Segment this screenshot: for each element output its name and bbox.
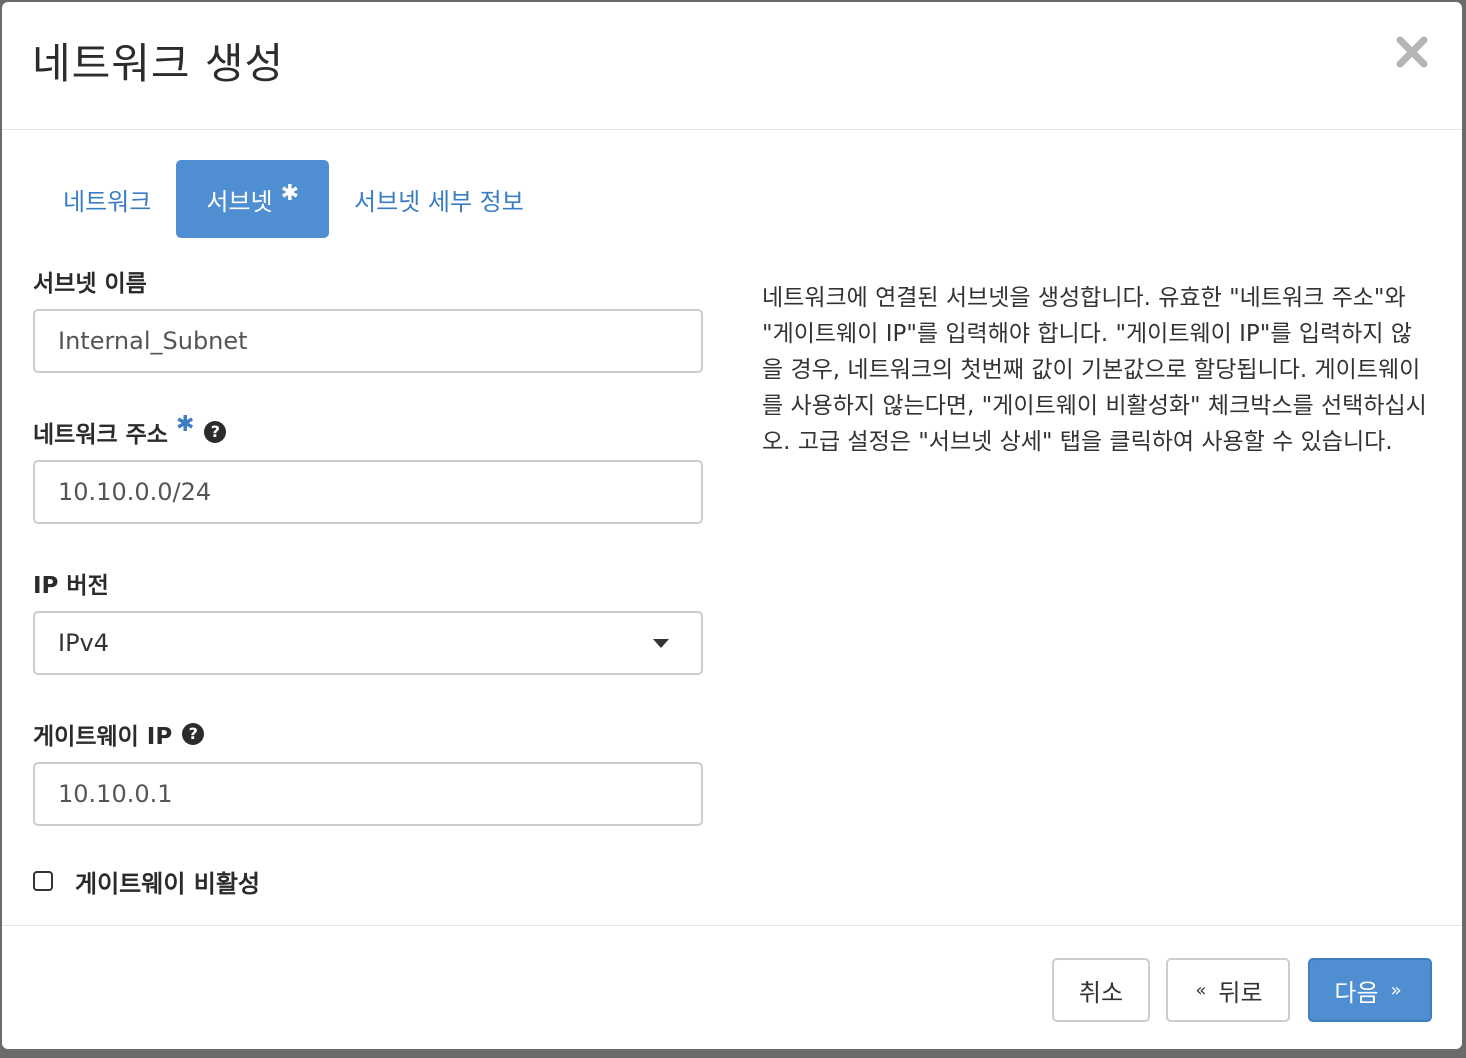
cancel-button-label: 취소 — [1078, 978, 1124, 1007]
caret-down-icon — [653, 639, 669, 648]
disable-gateway-label[interactable]: 게이트웨이 비활성 — [75, 864, 260, 899]
modal-footer: 취소 « 뒤로 다음 » — [2, 925, 1462, 1049]
wizard-tabs: 네트워크 서브넷 ✱ 서브넷 세부 정보 — [38, 160, 549, 238]
double-chevron-right-icon: » — [1390, 979, 1402, 1001]
tab-subnet-details[interactable]: 서브넷 세부 정보 — [329, 160, 549, 238]
subnet-name-group: 서브넷 이름 — [33, 264, 703, 373]
create-network-modal: 네트워크 생성 네트워크 서브넷 ✱ 서브넷 세부 정보 서브넷 이름 네트워 — [2, 2, 1462, 1049]
network-address-label: 네트워크 주소 ✱ ? — [33, 411, 703, 449]
modal-title: 네트워크 생성 — [32, 39, 285, 88]
back-button-label: 뒤로 — [1218, 978, 1263, 1007]
question-circle-icon[interactable]: ? — [204, 421, 227, 443]
tab-network-label: 네트워크 — [63, 187, 152, 216]
gateway-ip-input[interactable] — [33, 762, 703, 826]
ip-version-group: IP 버전 IPv4 — [33, 566, 703, 675]
next-button-label: 다음 — [1334, 978, 1379, 1007]
required-star-icon: ✱ — [280, 180, 300, 206]
cancel-button[interactable]: 취소 — [1052, 958, 1150, 1022]
tab-network[interactable]: 네트워크 — [38, 160, 176, 238]
ip-version-label-text: IP 버전 — [33, 573, 109, 599]
gateway-ip-label: 게이트웨이 IP ? — [33, 717, 703, 751]
network-address-group: 네트워크 주소 ✱ ? — [33, 411, 703, 524]
ip-version-selected: IPv4 — [58, 629, 110, 657]
tab-subnet[interactable]: 서브넷 ✱ — [176, 160, 330, 238]
back-button[interactable]: « 뒤로 — [1166, 958, 1290, 1022]
modal-header: 네트워크 생성 — [2, 2, 1462, 130]
ip-version-label: IP 버전 — [33, 566, 703, 600]
tab-subnet-label: 서브넷 — [206, 187, 273, 216]
tab-subnet-details-label: 서브넷 세부 정보 — [354, 187, 524, 216]
close-button[interactable] — [1392, 32, 1432, 72]
subnet-form: 서브넷 이름 네트워크 주소 ✱ ? IP 버전 IPv4 게이트웨이 IP — [33, 264, 703, 898]
network-address-label-text: 네트워크 주소 — [33, 422, 168, 448]
disable-gateway-checkbox[interactable] — [33, 871, 53, 891]
subnet-name-label-text: 서브넷 이름 — [33, 271, 147, 297]
double-chevron-left-icon: « — [1195, 979, 1207, 1001]
disable-gateway-row: 게이트웨이 비활성 — [33, 864, 703, 898]
ip-version-select[interactable]: IPv4 — [33, 611, 703, 675]
gateway-ip-group: 게이트웨이 IP ? — [33, 717, 703, 826]
subnet-name-label: 서브넷 이름 — [33, 264, 703, 298]
close-icon — [1396, 36, 1428, 68]
subnet-name-input[interactable] — [33, 309, 703, 373]
network-address-input[interactable] — [33, 460, 703, 524]
required-star-icon: ✱ — [175, 411, 195, 437]
question-circle-icon[interactable]: ? — [182, 723, 205, 745]
gateway-ip-label-text: 게이트웨이 IP — [33, 724, 173, 750]
next-button[interactable]: 다음 » — [1308, 958, 1432, 1022]
help-text: 네트워크에 연결된 서브넷을 생성합니다. 유효한 "네트워크 주소"와 "게이… — [762, 285, 1427, 455]
